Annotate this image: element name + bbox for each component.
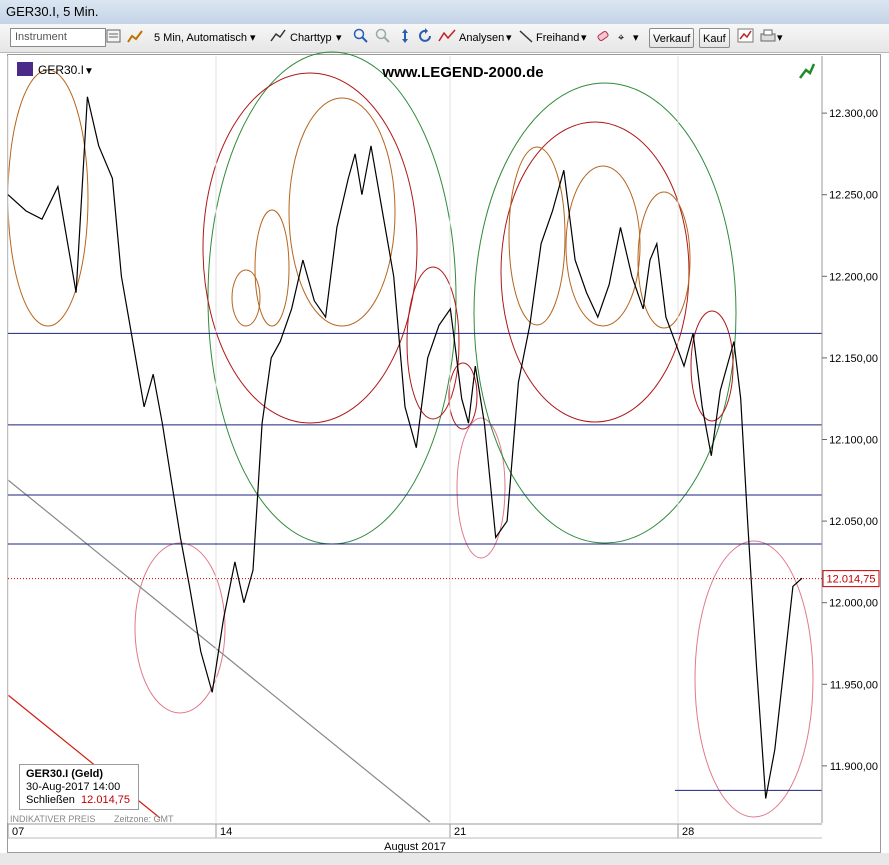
x-tick-label: 28 [682, 826, 694, 838]
infobox-close-label: Schließen [26, 794, 75, 806]
x-axis: 07 14 21 28 [7, 824, 694, 838]
green-circle-annotation [473, 82, 737, 544]
timezone-label: Zeitzone: GMT [114, 814, 174, 824]
price-chart[interactable]: 11.900,00 11.950,00 12.000,00 12.050,00 12.1… [0, 0, 889, 865]
x-tick-label: 14 [220, 826, 232, 838]
y-tick-label: 11.900,00 [830, 761, 878, 773]
y-tick-label: 12.250,00 [829, 190, 878, 202]
y-tick-label: 11.950,00 [830, 679, 878, 691]
y-tick-label: 12.300,00 [829, 108, 878, 120]
price-line [7, 96, 803, 799]
x-tick-label: 21 [454, 826, 466, 838]
horizontal-levels [8, 332, 822, 791]
chart-grid [7, 56, 679, 823]
instrument-name: GER30.I [38, 63, 84, 77]
y-tick-label: 12.050,00 [829, 516, 878, 528]
pink-circle-annotation [134, 542, 226, 714]
y-tick-label: 12.150,00 [829, 353, 878, 365]
red-circle-annotation [202, 72, 418, 424]
current-price-tag: 12.014,75 [822, 570, 880, 588]
y-tick-label: 12.100,00 [829, 435, 878, 447]
orange-circle-annotation [254, 209, 290, 327]
current-price-text: 12.014,75 [827, 574, 876, 586]
orange-circle-annotation [288, 97, 396, 327]
watermark-text: www.LEGEND-2000.de [381, 64, 543, 81]
instrument-label[interactable]: GER30.I ▼ [17, 62, 94, 77]
green-circle-annotation [207, 51, 457, 545]
month-label: August 2017 [384, 841, 446, 853]
trend-arrow-icon [799, 63, 816, 79]
infobox-close-row: Schließen 12.014,75 [26, 794, 132, 807]
orange-circle-annotation [637, 191, 691, 329]
indicative-price-label: INDIKATIVER PREIS [10, 814, 95, 824]
chevron-down-icon[interactable]: ▼ [84, 66, 94, 77]
infobox-title: GER30.I (Geld) [26, 768, 104, 780]
infobox-datetime: 30-Aug-2017 14:00 [26, 781, 121, 793]
y-tick-label: 12.000,00 [829, 598, 878, 610]
y-axis: 11.900,00 11.950,00 12.000,00 12.050,00 12.1… [821, 56, 878, 823]
drawing-layer [7, 51, 814, 823]
x-tick-label: 07 [12, 826, 24, 838]
orange-circle-annotation [508, 146, 566, 326]
red-circle-annotation [448, 362, 478, 430]
instrument-logo-icon [17, 62, 33, 76]
pink-circle-annotation [456, 417, 506, 559]
pink-circle-annotation [694, 540, 814, 818]
orange-circle-annotation [231, 269, 261, 327]
infobox-close-value: 12.014,75 [81, 794, 130, 806]
y-tick-label: 12.200,00 [829, 271, 878, 283]
price-infobox: GER30.I (Geld) 30-Aug-2017 14:00 Schließ… [19, 764, 139, 810]
